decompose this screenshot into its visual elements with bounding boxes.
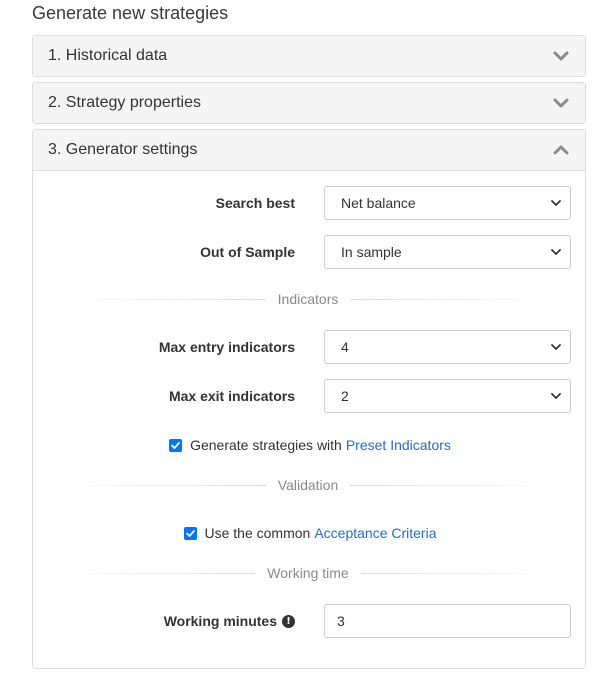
max-entry-select[interactable]: 4 xyxy=(324,330,571,364)
max-entry-label: Max entry indicators xyxy=(158,339,295,355)
divider-line xyxy=(350,298,554,300)
panel-historical-data: 1. Historical data xyxy=(32,35,586,77)
working-time-divider: Working time xyxy=(63,563,553,583)
max-exit-label: Max exit indicators xyxy=(168,388,295,404)
panel-strategy-properties: 2. Strategy properties xyxy=(32,82,586,124)
panel-title: 2. Strategy properties xyxy=(48,94,201,111)
divider-line xyxy=(63,572,256,574)
chevron-down-icon xyxy=(553,51,569,61)
working-minutes-input[interactable]: 3 xyxy=(324,604,571,638)
checkmark-icon xyxy=(185,529,195,537)
preset-indicators-checkbox[interactable] xyxy=(169,438,183,452)
search-best-label: Search best xyxy=(215,195,295,211)
max-exit-row: Max exit indicators 2 xyxy=(33,379,587,413)
checkmark-icon xyxy=(171,441,180,449)
validation-divider: Validation xyxy=(63,475,554,495)
panel-header-generator-settings[interactable]: 3. Generator settings xyxy=(33,130,585,171)
chevron-down-icon xyxy=(551,393,561,399)
chevron-up-icon xyxy=(553,145,569,155)
search-best-select[interactable]: Net balance xyxy=(324,186,571,220)
max-exit-select[interactable]: 2 xyxy=(324,379,571,413)
working-time-heading: Working time xyxy=(267,565,349,581)
max-exit-value: 2 xyxy=(341,388,349,404)
search-best-row: Search best Net balance xyxy=(33,186,587,220)
panel-header-strategy-properties[interactable]: 2. Strategy properties xyxy=(33,83,585,123)
chevron-down-icon xyxy=(551,344,561,350)
acceptance-criteria-checkbox[interactable] xyxy=(183,526,197,540)
chevron-down-icon xyxy=(551,249,561,255)
indicators-heading: Indicators xyxy=(277,291,339,307)
panel-header-historical-data[interactable]: 1. Historical data xyxy=(33,36,585,76)
page-title: Generate new strategies xyxy=(32,3,229,23)
validation-heading: Validation xyxy=(277,477,339,493)
working-minutes-label-text: Working minutes xyxy=(163,613,277,629)
working-minutes-value: 3 xyxy=(337,613,345,629)
indicators-divider: Indicators xyxy=(63,289,554,309)
panel-generator-settings: 3. Generator settings Search best Net ba… xyxy=(32,129,586,669)
out-of-sample-select[interactable]: In sample xyxy=(324,235,571,269)
divider-line xyxy=(350,484,554,486)
out-of-sample-value: In sample xyxy=(341,244,402,260)
out-of-sample-label: Out of Sample xyxy=(200,244,295,260)
working-minutes-row: Working minutes ! 3 xyxy=(33,604,587,638)
chevron-down-icon xyxy=(551,200,561,206)
acceptance-criteria-row: Use the common Acceptance Criteria xyxy=(33,523,587,543)
panel-title: 3. Generator settings xyxy=(48,141,198,158)
search-best-value: Net balance xyxy=(341,195,416,211)
divider-line xyxy=(63,484,266,486)
working-minutes-label: Working minutes ! xyxy=(164,604,295,638)
divider-line xyxy=(360,572,553,574)
chevron-down-icon xyxy=(553,98,569,108)
divider-line xyxy=(63,298,266,300)
panel-title: 1. Historical data xyxy=(48,47,168,64)
preset-indicators-row: Generate strategies with Preset Indicato… xyxy=(33,435,587,455)
preset-indicators-link[interactable]: Preset Indicators xyxy=(346,437,451,453)
max-entry-row: Max entry indicators 4 xyxy=(33,330,587,364)
acceptance-criteria-link[interactable]: Acceptance Criteria xyxy=(314,525,436,541)
acceptance-criteria-text: Use the common xyxy=(204,525,311,541)
out-of-sample-row: Out of Sample In sample xyxy=(33,235,587,269)
max-entry-value: 4 xyxy=(341,339,349,355)
preset-indicators-text: Generate strategies with xyxy=(190,437,342,453)
info-icon[interactable]: ! xyxy=(282,614,295,628)
